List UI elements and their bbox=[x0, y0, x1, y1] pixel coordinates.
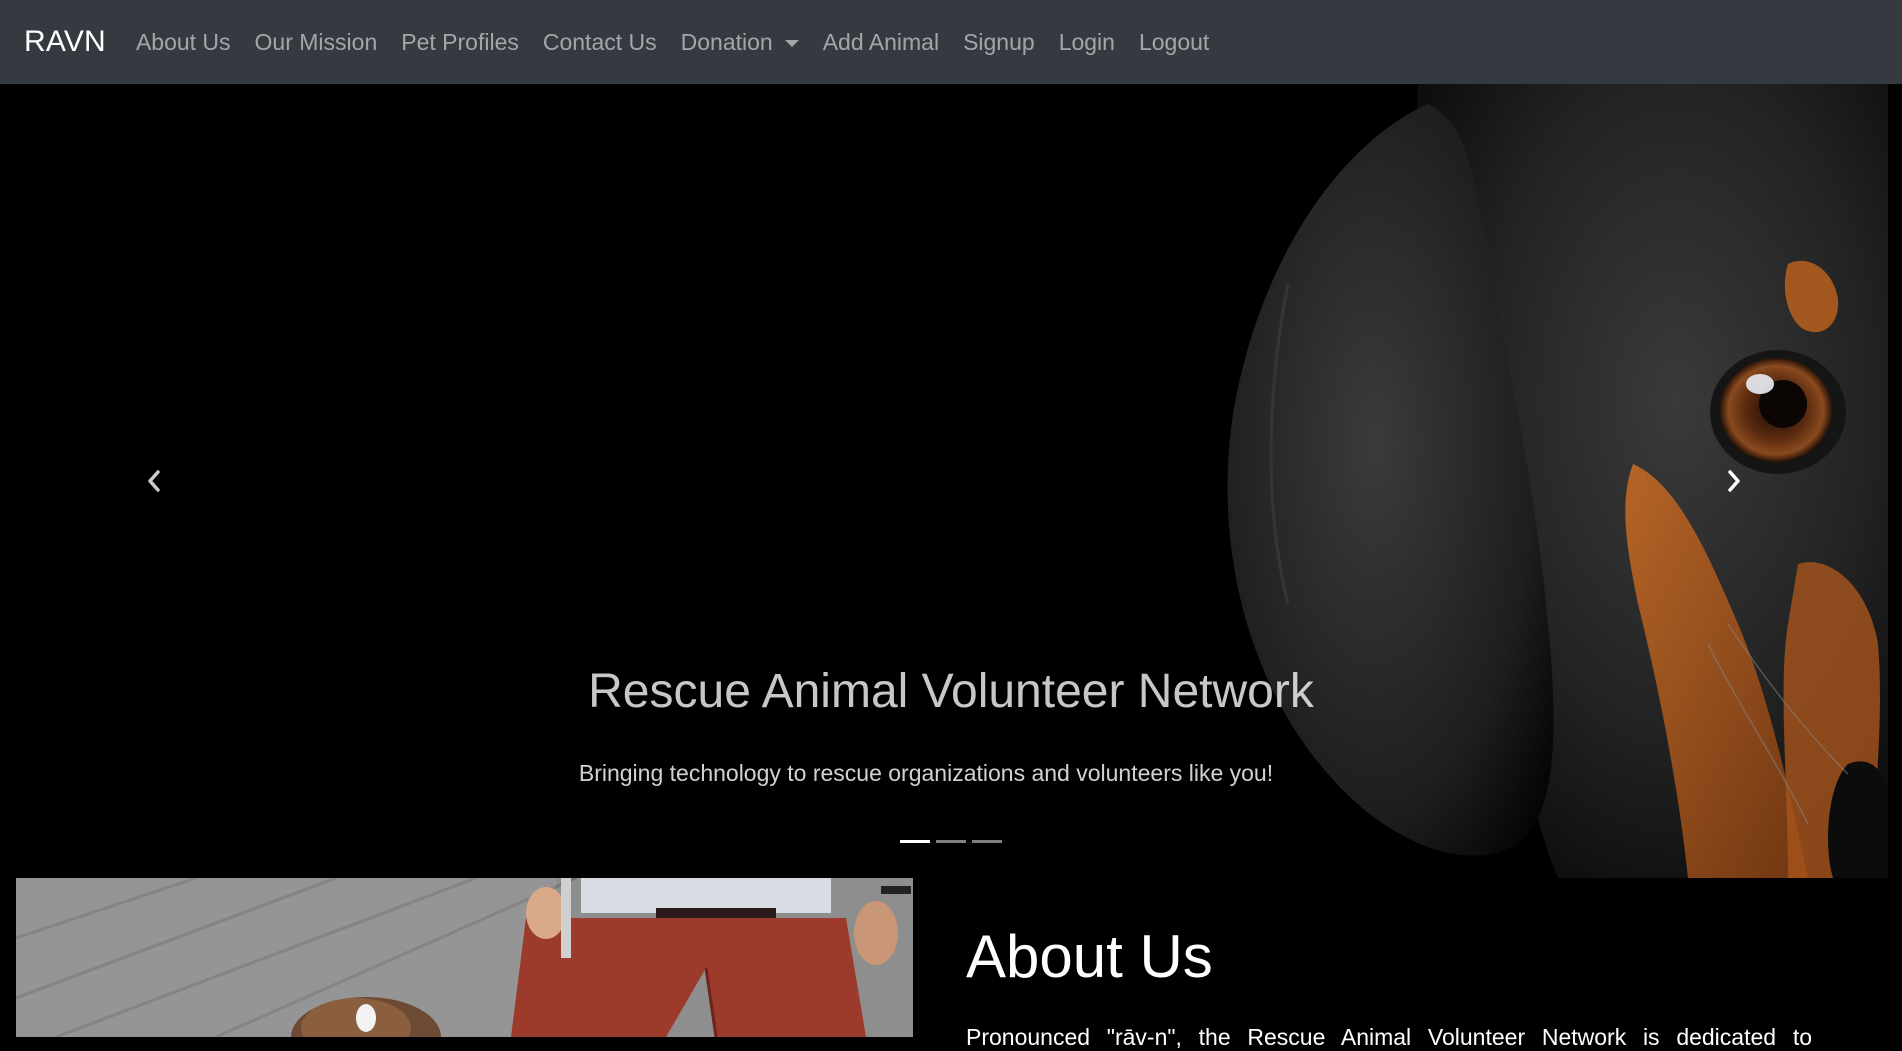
about-us-image bbox=[16, 878, 913, 1037]
chevron-right-icon bbox=[1728, 470, 1740, 492]
nav-link-login[interactable]: Login bbox=[1059, 29, 1115, 56]
chevron-left-icon bbox=[148, 470, 160, 492]
carousel-caption-title: Rescue Animal Volunteer Network bbox=[588, 665, 1314, 718]
carousel-prev-button[interactable] bbox=[0, 84, 310, 878]
carousel-indicator-3[interactable] bbox=[972, 840, 1002, 843]
about-us-heading: About Us bbox=[966, 923, 1213, 990]
nav-dropdown-donation[interactable]: Donation bbox=[681, 29, 799, 56]
brand-logo-link[interactable]: RAVN bbox=[24, 25, 106, 59]
carousel-indicator-2[interactable] bbox=[936, 840, 966, 843]
nav-link-our-mission[interactable]: Our Mission bbox=[255, 29, 378, 56]
carousel-caption-subtitle: Bringing technology to rescue organizati… bbox=[578, 760, 1274, 786]
carousel-indicators bbox=[0, 840, 1888, 843]
carousel-next-button[interactable] bbox=[1578, 84, 1888, 878]
nav-link-about-us[interactable]: About Us bbox=[136, 29, 231, 56]
nav-dropdown-donation-label: Donation bbox=[680, 28, 773, 55]
nav-link-contact-us[interactable]: Contact Us bbox=[543, 29, 657, 56]
nav-link-pet-profiles[interactable]: Pet Profiles bbox=[401, 29, 519, 56]
about-section: About Us Pronounced "rāv-n", the Rescue … bbox=[0, 878, 1902, 1050]
top-navbar: RAVN About Us Our Mission Pet Profiles C… bbox=[0, 0, 1902, 84]
hero-carousel: Rescue Animal Volunteer Network Bringing… bbox=[0, 84, 1888, 878]
carousel-indicator-1[interactable] bbox=[900, 840, 930, 843]
nav-link-signup[interactable]: Signup bbox=[963, 29, 1035, 56]
nav-link-add-animal[interactable]: Add Animal bbox=[823, 29, 939, 56]
caret-down-icon bbox=[784, 39, 799, 47]
about-us-paragraph: Pronounced "rāv-n", the Rescue Animal Vo… bbox=[966, 1024, 1812, 1050]
nav-link-logout[interactable]: Logout bbox=[1139, 29, 1209, 56]
